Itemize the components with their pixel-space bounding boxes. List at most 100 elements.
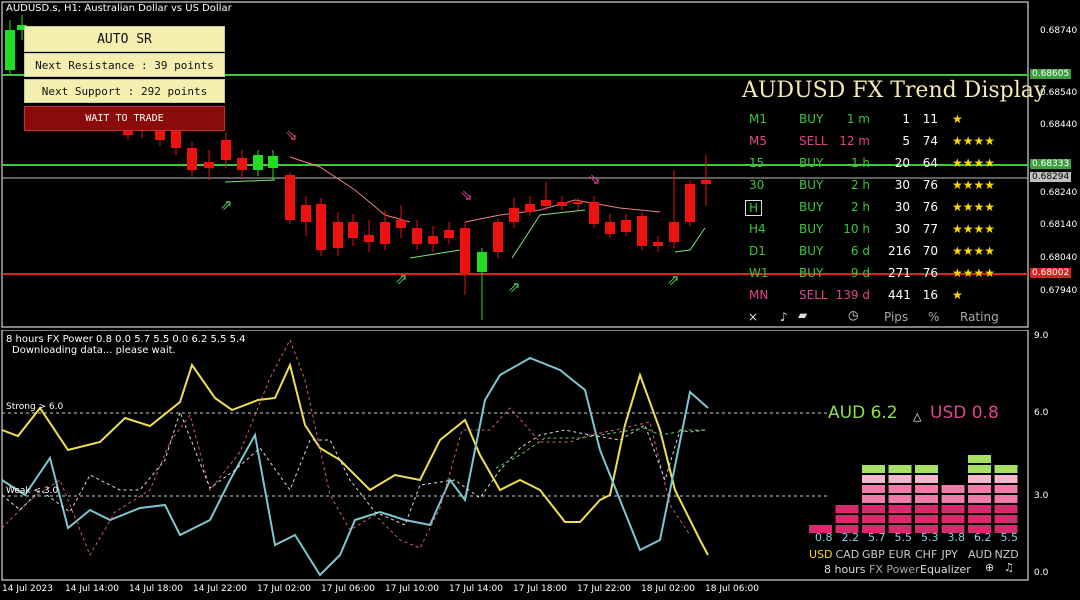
trend-stars-cell: ★★★★: [952, 134, 996, 148]
usd-power-line: [1, 356, 709, 577]
time-axis-label: 17 Jul 06:00: [321, 584, 375, 594]
rating-header: Rating: [960, 310, 999, 324]
time-axis-label: 14 Jul 22:00: [193, 584, 247, 594]
trend-stars-cell: ★: [952, 288, 963, 302]
power-axis-label: 0.0: [1034, 568, 1049, 578]
trend-tf-cell[interactable]: 15: [749, 156, 764, 170]
bear-candle: [333, 212, 343, 256]
close-icon[interactable]: ×: [748, 310, 758, 324]
trend-signal-cell: BUY: [799, 112, 824, 126]
currency-label[interactable]: AUD: [968, 548, 992, 561]
bear-candle: [493, 218, 503, 258]
equalizer-cell: [888, 475, 912, 483]
currency-label[interactable]: CHF: [915, 548, 937, 561]
trend-tf-cell[interactable]: 30: [749, 178, 764, 192]
period-label[interactable]: 8 hours: [824, 563, 865, 576]
equalizer-cell: [968, 465, 991, 473]
fx-power-label[interactable]: FX Power: [869, 563, 920, 576]
currency-label[interactable]: CAD: [836, 548, 860, 561]
trend-tf-cell[interactable]: M5: [749, 134, 767, 148]
trend-stars-cell: ★★★★: [952, 222, 996, 236]
bear-candle: [460, 222, 470, 295]
bear-candle: [685, 180, 695, 226]
chart-style-icon[interactable]: ▰: [798, 308, 807, 322]
trade-status-button[interactable]: WAIT TO TRADE: [24, 106, 225, 131]
trend-age-cell: 2 h: [850, 178, 870, 192]
equalizer-cell: [994, 465, 1018, 473]
equalizer-cell: [915, 505, 938, 513]
trend-tf-cell[interactable]: W1: [749, 266, 769, 280]
trend-pct-cell: 77: [922, 222, 938, 236]
bear-candle: [301, 196, 311, 236]
equalizer-cell: [994, 515, 1018, 523]
trend-pct-cell: 76: [922, 178, 938, 192]
trend-pips-cell: 20: [894, 156, 910, 170]
trend-pips-cell: 5: [902, 134, 910, 148]
currency-label[interactable]: NZD: [995, 548, 1019, 561]
trend-age-cell: 2 h: [850, 200, 870, 214]
bear-candle: [589, 196, 599, 228]
trend-tf-cell[interactable]: D1: [749, 244, 766, 258]
equalizer-bars: [809, 455, 1018, 533]
bear-candle: [316, 198, 326, 256]
trend-stars-cell: ★★★★: [952, 178, 996, 192]
sound-icon[interactable]: ♪: [780, 310, 788, 324]
trend-tf-cell[interactable]: H: [745, 200, 763, 216]
trend-stars-cell: ★★★★: [952, 200, 996, 214]
price-axis-label: 0.68140: [1040, 220, 1078, 230]
buy-arrow-icon: ⇗: [667, 271, 680, 289]
percent-header: %: [928, 310, 940, 324]
sound-icon[interactable]: ♫: [1004, 561, 1014, 574]
trend-stars-cell: ★★★★: [952, 156, 996, 170]
settings-icon[interactable]: ⊕: [985, 561, 994, 574]
equalizer-cell: [862, 495, 885, 503]
bear-candle: [204, 150, 214, 180]
bear-candle: [621, 214, 631, 236]
trend-stars-cell: ★★★★: [952, 266, 996, 280]
equalizer-cell: [915, 485, 938, 493]
trailing-stop-line: [511, 209, 586, 259]
trend-signal-cell: BUY: [799, 156, 824, 170]
bear-candle: [557, 196, 567, 210]
indicator-title: 8 hours FX Power 0.8 0.0 5.7 5.5 0.0 6.2…: [6, 334, 246, 345]
equalizer-cell: [862, 515, 885, 523]
equalizer-cell: [862, 485, 885, 493]
equalizer-cell: [888, 495, 912, 503]
auto-sr-title: AUTO SR: [24, 26, 225, 52]
currency-label[interactable]: USD: [809, 548, 833, 561]
equalizer-cell: [888, 505, 912, 513]
equalizer-value: 5.5: [894, 531, 913, 544]
downloading-text: Downloading data... please wait.: [12, 345, 176, 356]
equalizer-cell: [994, 495, 1018, 503]
time-axis-label: 17 Jul 10:00: [385, 584, 439, 594]
bear-candle: [348, 214, 358, 246]
trend-tf-cell[interactable]: MN: [749, 288, 768, 302]
trend-pct-cell: 11: [922, 112, 938, 126]
time-axis-label: 14 Jul 18:00: [129, 584, 183, 594]
trend-stars-cell: ★★★★: [952, 244, 996, 258]
currency-label[interactable]: JPY: [942, 548, 958, 561]
time-axis-label: 18 Jul 02:00: [641, 584, 695, 594]
bear-candle: [396, 205, 406, 238]
aud-signal-line: [1, 338, 691, 557]
chart-symbol-title: AUDUSD.s, H1: Australian Dollar vs US Do…: [6, 3, 232, 14]
currency-label[interactable]: GBP: [862, 548, 885, 561]
trend-stars-cell: ★: [952, 112, 963, 126]
equalizer-cell: [915, 465, 938, 473]
trend-tf-cell[interactable]: M1: [749, 112, 767, 126]
trailing-stop-line: [224, 179, 276, 183]
trend-signal-cell: BUY: [799, 244, 824, 258]
clock-icon[interactable]: ◷: [848, 308, 858, 322]
bull-candle: [253, 150, 263, 176]
usd-signal-line: [1, 410, 706, 526]
equalizer-cell: [941, 495, 965, 503]
delta-icon: △: [913, 410, 922, 423]
trend-pips-cell: 216: [888, 244, 911, 258]
trend-tf-cell[interactable]: H4: [749, 222, 766, 236]
currency-label[interactable]: EUR: [889, 548, 912, 561]
weak-level-label: Weak < 3.0: [6, 486, 59, 496]
equalizer-label[interactable]: Equalizer: [920, 563, 971, 576]
trend-pct-cell: 16: [922, 288, 938, 302]
trend-display-title: AUDUSD FX Trend Display: [742, 78, 1047, 103]
equalizer-cell: [968, 505, 991, 513]
